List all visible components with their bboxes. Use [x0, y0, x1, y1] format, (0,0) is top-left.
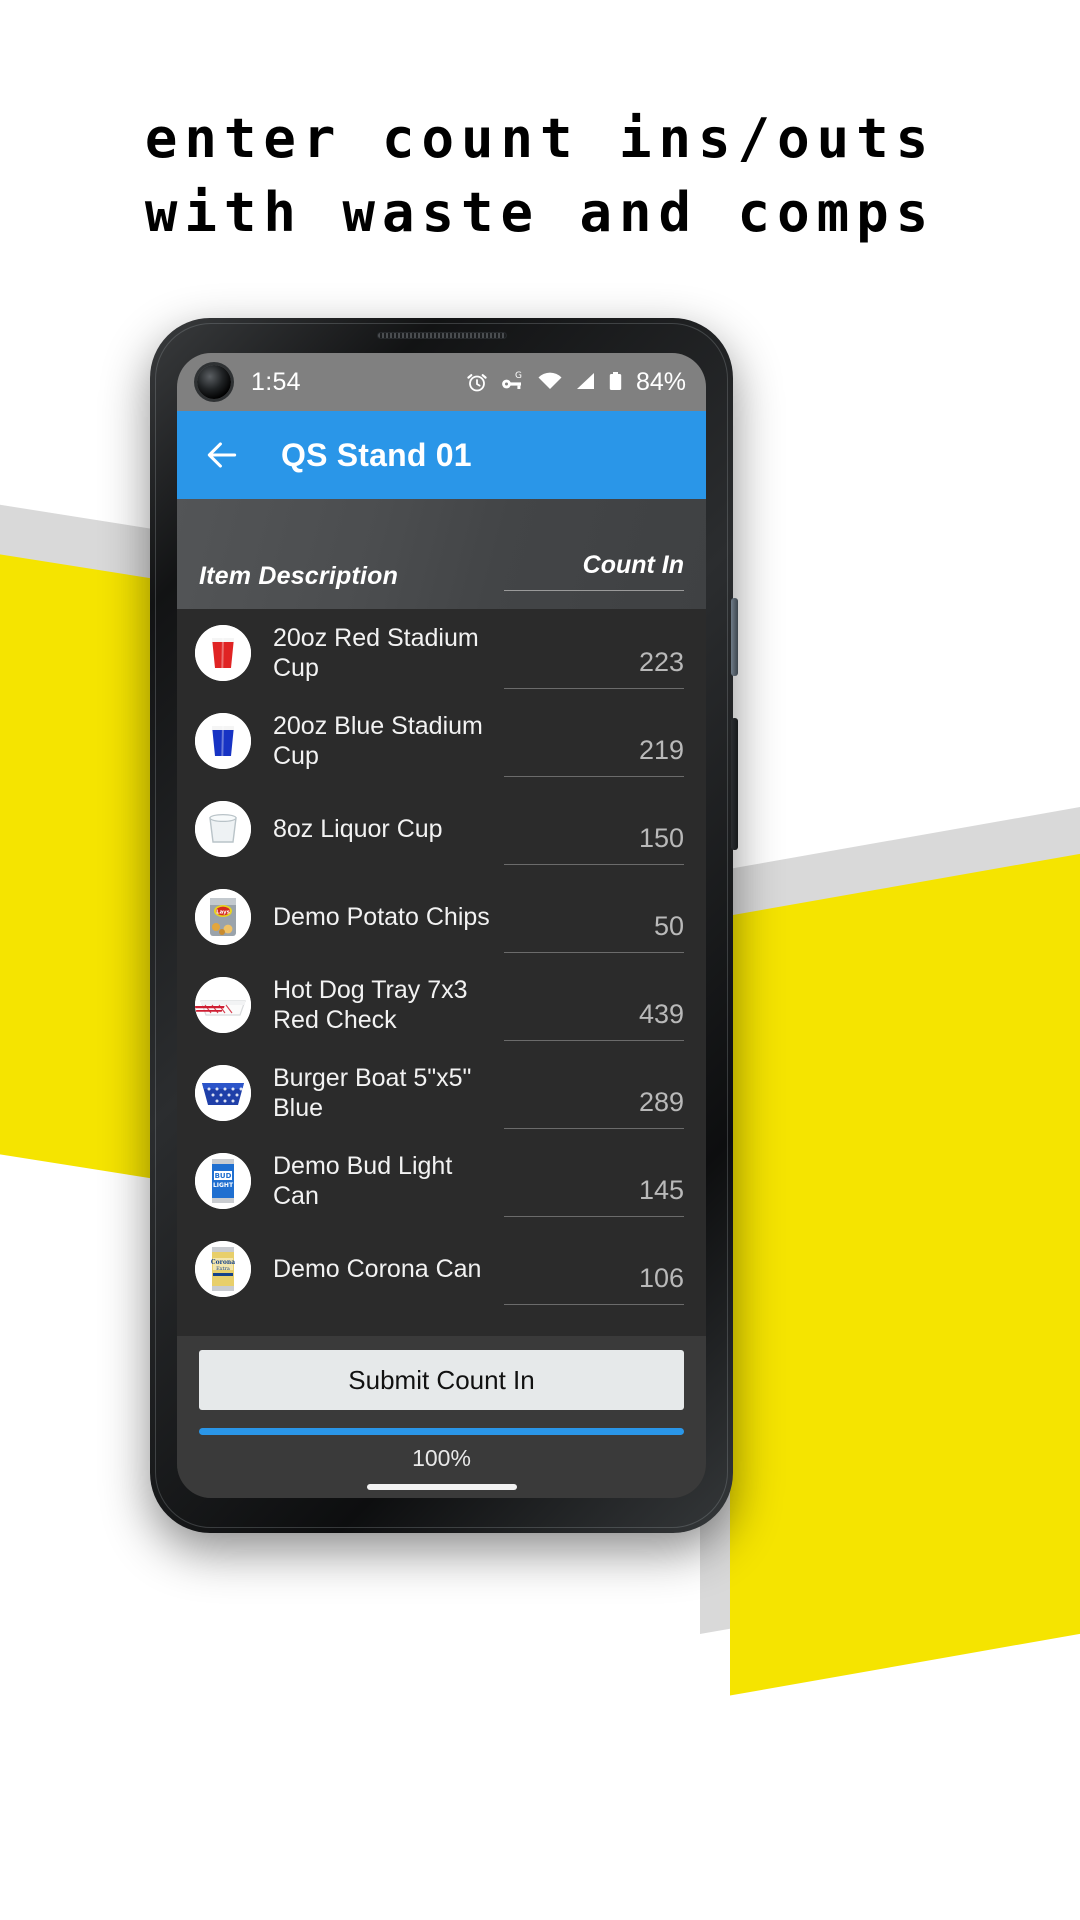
phone-mockup: 1:54 G 84% QS Stand 01 Item Description …	[150, 318, 738, 1533]
item-description-label: Burger Boat 5"x5" Blue	[273, 1064, 472, 1122]
page-title: QS Stand 01	[281, 436, 472, 473]
column-header-description: Item Description	[199, 562, 399, 590]
count-in-field[interactable]: 289	[504, 1087, 684, 1129]
cell-signal-icon	[576, 373, 594, 389]
alarm-icon	[467, 374, 487, 392]
yellow-band-right	[730, 845, 1080, 1696]
count-in-value: 106	[638, 1263, 684, 1293]
power-button[interactable]	[731, 598, 738, 676]
bottom-action-area: Submit Count In 100%	[177, 1336, 706, 1498]
status-bar: 1:54 G 84%	[177, 353, 706, 411]
bud-light-can-icon: BUD LIGHT	[195, 1153, 251, 1209]
promo-headline: enter count ins/outs with waste and comp…	[0, 108, 1080, 244]
column-header-count: Count In	[582, 551, 684, 579]
phone-screen: 1:54 G 84% QS Stand 01 Item Description …	[177, 353, 706, 1498]
count-in-value: 289	[638, 1087, 684, 1117]
count-in-field[interactable]: 439	[504, 999, 684, 1041]
count-in-field[interactable]: 223	[504, 647, 684, 689]
earpiece-speaker	[376, 332, 507, 339]
item-description-label: 20oz Red Stadium Cup	[273, 624, 479, 682]
table-row[interactable]: 8oz Liquor Cup 150	[177, 785, 706, 873]
svg-text:BUD: BUD	[215, 1172, 232, 1180]
item-description-label: Demo Corona Can	[273, 1255, 482, 1283]
back-arrow-icon[interactable]	[203, 436, 241, 474]
wifi-icon	[538, 372, 562, 389]
count-in-value: 223	[638, 647, 684, 677]
blue-stadium-cup-icon	[195, 713, 251, 769]
burger-boat-icon	[195, 1065, 251, 1121]
battery-icon	[609, 372, 622, 390]
count-in-value: 150	[638, 823, 684, 853]
table-row[interactable]: Lays Demo Potato Chips 50	[177, 873, 706, 961]
item-description-label: Demo Bud Light Can	[273, 1152, 453, 1210]
table-row[interactable]: BUD LIGHT Demo Bud Light Can 145	[177, 1137, 706, 1225]
item-description-label: Hot Dog Tray 7x3 Red Check	[273, 976, 468, 1034]
progress-bar	[199, 1428, 684, 1435]
item-description-label: 8oz Liquor Cup	[273, 815, 443, 843]
count-in-value: 50	[653, 911, 684, 941]
nav-gesture-pill[interactable]	[366, 1484, 517, 1490]
count-in-field[interactable]: 50	[504, 911, 684, 953]
table-row[interactable]: Corona Extra Demo Corona Can 106	[177, 1225, 706, 1313]
table-row[interactable]: Hot Dog Tray 7x3 Red Check 439	[177, 961, 706, 1049]
submit-count-in-button[interactable]: Submit Count In	[199, 1350, 684, 1410]
count-in-value: 219	[638, 735, 684, 765]
svg-text:Extra: Extra	[216, 1266, 230, 1272]
count-in-field[interactable]: 150	[504, 823, 684, 865]
app-bar: QS Stand 01	[177, 411, 706, 499]
headline-line-2: with waste and comps	[144, 181, 936, 244]
table-row[interactable]: 20oz Red Stadium Cup 223	[177, 609, 706, 697]
headline-line-1: enter count ins/outs	[144, 107, 936, 170]
svg-text:Corona: Corona	[211, 1259, 235, 1266]
red-stadium-cup-icon	[195, 625, 251, 681]
front-camera-icon	[197, 365, 231, 399]
item-description-label: 20oz Blue Stadium Cup	[273, 712, 483, 770]
progress-label: 100%	[412, 1445, 471, 1471]
item-list[interactable]: 20oz Red Stadium Cup 223 20oz Blue Stadium…	[177, 609, 706, 1336]
battery-percent-label: 84%	[635, 367, 686, 396]
count-in-value: 439	[638, 999, 684, 1029]
corona-can-icon: Corona Extra	[195, 1241, 251, 1297]
count-in-field[interactable]: 219	[504, 735, 684, 777]
hot-dog-tray-icon	[195, 977, 251, 1033]
column-header-count-wrap: Count In	[504, 551, 684, 591]
status-time: 1:54	[251, 367, 301, 396]
volume-button[interactable]	[731, 718, 738, 850]
progress-bar-fill	[199, 1428, 684, 1435]
count-in-value: 145	[638, 1175, 684, 1205]
vpn-key-g-icon: G	[502, 371, 522, 389]
item-description-label: Demo Potato Chips	[273, 903, 490, 931]
svg-text:Lays: Lays	[216, 910, 230, 916]
table-header-row: Item Description Count In	[177, 499, 706, 609]
clear-liquor-cup-icon	[195, 801, 251, 857]
svg-text:LIGHT: LIGHT	[213, 1182, 234, 1189]
table-row[interactable]: Burger Boat 5"x5" Blue 289	[177, 1049, 706, 1137]
potato-chips-icon: Lays	[195, 889, 251, 945]
svg-text:G: G	[515, 371, 522, 381]
count-in-field[interactable]: 145	[504, 1175, 684, 1217]
status-icon-group: G 84%	[465, 368, 686, 397]
count-in-field[interactable]: 106	[504, 1263, 684, 1305]
table-row[interactable]: 20oz Blue Stadium Cup 219	[177, 697, 706, 785]
